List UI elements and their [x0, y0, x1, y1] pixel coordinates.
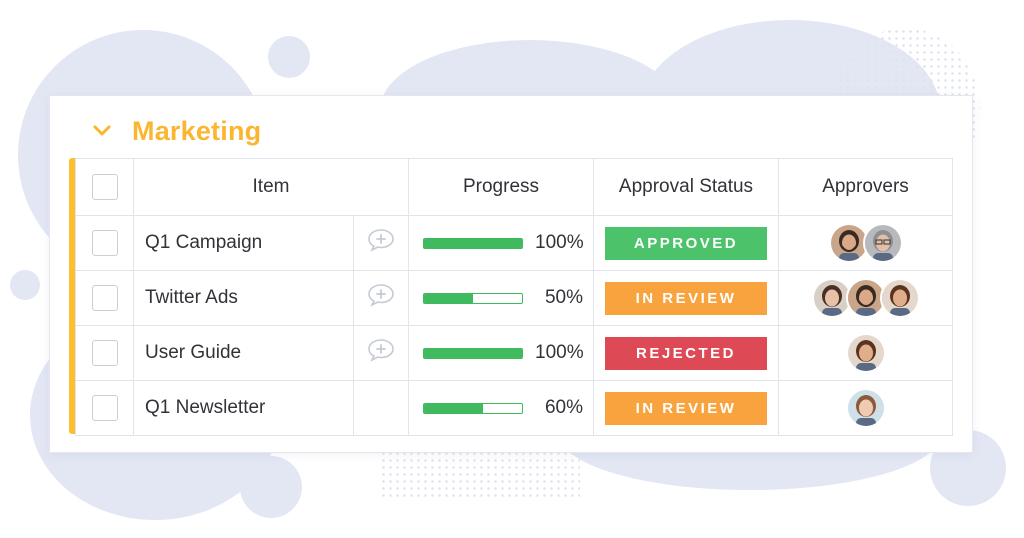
chevron-down-icon[interactable] [90, 119, 114, 143]
select-all-cell[interactable] [75, 158, 134, 216]
progress-percent: 100% [535, 342, 584, 363]
avatar[interactable] [845, 388, 886, 428]
progress-bar-fill [424, 403, 483, 413]
progress-bar [423, 237, 523, 249]
status-badge[interactable]: IN REVIEW [605, 391, 767, 425]
background-dot-small-left [10, 270, 40, 300]
avatar[interactable] [862, 223, 903, 263]
progress-bar-fill [424, 293, 473, 303]
add-update-icon[interactable] [366, 339, 396, 368]
approval-status-cell[interactable]: IN REVIEW [593, 270, 779, 326]
approval-status-cell[interactable]: APPROVED [593, 215, 779, 271]
table-row[interactable]: Twitter Ads 50% IN REVIEW [75, 270, 953, 326]
progress-percent: 50% [544, 287, 583, 308]
background-dot-small-top [268, 36, 310, 78]
row-select-cell[interactable] [75, 380, 134, 436]
column-header-approval-status[interactable]: Approval Status [593, 158, 779, 216]
progress-cell: 60% [408, 380, 594, 436]
add-update-icon[interactable] [366, 284, 396, 313]
approvers-avatars [779, 388, 952, 428]
avatar[interactable] [879, 278, 920, 318]
row-checkbox[interactable] [91, 230, 118, 256]
background-dot-pattern-bottom [380, 450, 580, 500]
progress-bar [423, 347, 523, 359]
row-select-cell[interactable] [75, 325, 134, 381]
group-title[interactable]: Marketing [132, 116, 261, 147]
item-name[interactable]: Q1 Campaign [133, 215, 354, 271]
column-header-item[interactable]: Item [133, 158, 409, 216]
progress-bar-fill [424, 238, 522, 248]
board-group-card: Marketing Item Progress Approval Status … [49, 95, 973, 453]
table-row[interactable]: Q1 Campaign 100% APPROVED [75, 215, 953, 271]
board-table: Item Progress Approval Status Approvers … [75, 158, 953, 436]
add-update-icon[interactable] [366, 229, 396, 258]
approval-status-cell[interactable]: IN REVIEW [593, 380, 779, 436]
approvers-cell[interactable] [778, 215, 953, 271]
row-checkbox[interactable] [91, 395, 118, 421]
item-name[interactable]: Twitter Ads [133, 270, 354, 326]
row-select-cell[interactable] [75, 270, 134, 326]
status-badge[interactable]: APPROVED [605, 226, 767, 260]
approval-status-cell[interactable]: REJECTED [593, 325, 779, 381]
status-badge[interactable]: REJECTED [605, 336, 767, 370]
approvers-avatars [779, 333, 952, 373]
updates-cell[interactable] [353, 270, 409, 326]
progress-bar [423, 292, 523, 304]
progress-bar-fill [424, 348, 522, 358]
approvers-avatars [779, 223, 952, 263]
avatar[interactable] [845, 333, 886, 373]
approvers-avatars [779, 278, 952, 318]
status-badge[interactable]: IN REVIEW [605, 281, 767, 315]
progress-cell: 50% [408, 270, 594, 326]
item-name[interactable]: Q1 Newsletter [133, 380, 354, 436]
background-dot-bottom [240, 456, 302, 518]
approvers-cell[interactable] [778, 270, 953, 326]
approvers-cell[interactable] [778, 380, 953, 436]
column-header-progress[interactable]: Progress [408, 158, 594, 216]
progress-percent: 100% [535, 232, 584, 253]
table-row[interactable]: Q1 Newsletter 60% IN REVIEW [75, 380, 953, 436]
updates-cell[interactable] [353, 380, 409, 436]
table-row[interactable]: User Guide 100% REJECTED [75, 325, 953, 381]
approvers-cell[interactable] [778, 325, 953, 381]
progress-cell: 100% [408, 325, 594, 381]
column-header-approvers[interactable]: Approvers [778, 158, 953, 216]
row-checkbox[interactable] [91, 340, 118, 366]
row-select-cell[interactable] [75, 215, 134, 271]
progress-bar [423, 402, 523, 414]
select-all-checkbox[interactable] [91, 174, 118, 200]
group-header: Marketing [90, 114, 261, 148]
progress-cell: 100% [408, 215, 594, 271]
updates-cell[interactable] [353, 215, 409, 271]
progress-percent: 60% [544, 397, 583, 418]
table-header-row: Item Progress Approval Status Approvers [75, 158, 953, 216]
updates-cell[interactable] [353, 325, 409, 381]
item-name[interactable]: User Guide [133, 325, 354, 381]
row-checkbox[interactable] [91, 285, 118, 311]
